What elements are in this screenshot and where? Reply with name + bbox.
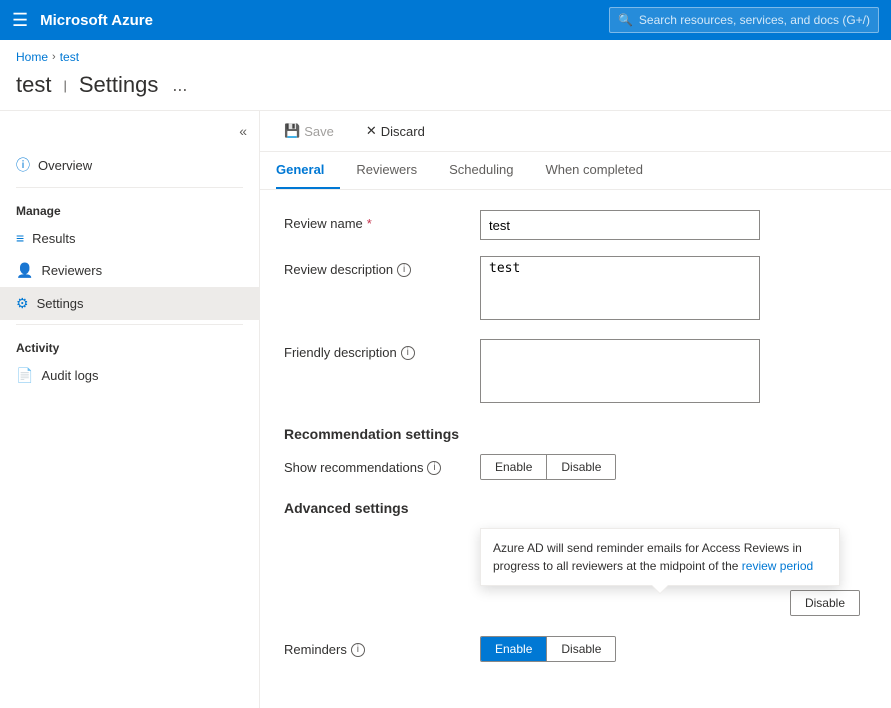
advanced-disable-btn[interactable]: Disable	[791, 591, 859, 615]
show-recommendations-toggle: Enable Disable	[480, 454, 616, 480]
sidebar-audit-logs-label: Audit logs	[41, 368, 98, 383]
show-recommendations-row: Show recommendations i Enable Disable	[284, 454, 867, 480]
breadcrumb-separator: ›	[52, 51, 56, 63]
review-description-info-icon[interactable]: i	[397, 263, 411, 277]
friendly-description-info-icon[interactable]: i	[401, 346, 415, 360]
review-name-input-container	[480, 210, 760, 240]
tooltip-arrow	[652, 585, 668, 593]
advanced-disable-toggle: Disable	[790, 590, 860, 616]
page-options-dots[interactable]: ...	[172, 75, 187, 96]
breadcrumb-current[interactable]: test	[60, 50, 79, 64]
app-title: Microsoft Azure	[40, 12, 153, 29]
tab-reviewers[interactable]: Reviewers	[356, 152, 433, 189]
page-title-section: Settings	[79, 72, 159, 98]
global-search-box[interactable]: 🔍 Search resources, services, and docs (…	[609, 7, 879, 33]
search-icon: 🔍	[618, 13, 633, 27]
review-description-textarea-container: test	[480, 256, 760, 323]
required-indicator: *	[367, 216, 372, 231]
reminders-label: Reminders i	[284, 636, 464, 657]
reminders-tooltip: Azure AD will send reminder emails for A…	[480, 528, 840, 586]
results-icon: ≡	[16, 230, 24, 246]
sidebar-settings-label: Settings	[37, 296, 84, 311]
sidebar-item-reviewers[interactable]: 👤 Reviewers	[0, 254, 259, 287]
sidebar-divider-activity	[16, 324, 243, 325]
sidebar-item-audit-logs[interactable]: 📄 Audit logs	[0, 359, 259, 392]
discard-button[interactable]: ✕ Discard	[358, 119, 433, 143]
breadcrumb: Home › test	[0, 40, 891, 68]
sidebar-item-results[interactable]: ≡ Results	[0, 222, 259, 254]
main-container: Home › test test | Settings ... « ⓘ Over…	[0, 40, 891, 708]
page-title-separator: |	[63, 78, 66, 93]
sidebar-manage-section: Manage	[0, 192, 259, 222]
advanced-settings-header: Advanced settings	[284, 500, 867, 516]
sidebar-collapse-area: «	[0, 119, 259, 147]
tab-when-completed[interactable]: When completed	[545, 152, 659, 189]
reminders-row: Reminders i Enable Disable	[284, 636, 867, 662]
sidebar-item-overview[interactable]: ⓘ Overview	[0, 147, 259, 183]
sidebar-item-settings[interactable]: ⚙ Settings	[0, 287, 259, 320]
review-period-link[interactable]: review period	[742, 559, 813, 573]
recommendation-settings-header: Recommendation settings	[284, 426, 867, 442]
form-content: Review name * Review description i test	[260, 190, 891, 698]
audit-logs-icon: 📄	[16, 367, 33, 384]
tabs-container: General Reviewers Scheduling When comple…	[260, 152, 891, 190]
show-recommendations-info-icon[interactable]: i	[427, 461, 441, 475]
review-description-textarea[interactable]: test	[480, 256, 760, 320]
reminders-toggle: Enable Disable	[480, 636, 616, 662]
save-icon: 💾	[284, 123, 300, 139]
review-name-label: Review name *	[284, 210, 464, 231]
show-recommendations-disable-btn[interactable]: Disable	[547, 455, 615, 479]
tab-general[interactable]: General	[276, 152, 340, 189]
top-navigation-bar: ☰ Microsoft Azure 🔍 Search resources, se…	[0, 0, 891, 40]
breadcrumb-home[interactable]: Home	[16, 50, 48, 64]
review-description-label: Review description i	[284, 256, 464, 277]
collapse-icon[interactable]: «	[239, 123, 247, 139]
friendly-description-label: Friendly description i	[284, 339, 464, 360]
friendly-description-row: Friendly description i	[284, 339, 867, 406]
reminders-info-icon[interactable]: i	[351, 643, 365, 657]
page-header: test | Settings ...	[0, 68, 891, 110]
reviewers-icon: 👤	[16, 262, 33, 279]
sidebar-activity-section: Activity	[0, 329, 259, 359]
content-area: « ⓘ Overview Manage ≡ Results 👤 Reviewer…	[0, 110, 891, 708]
review-name-input[interactable]	[480, 210, 760, 240]
reminders-enable-btn[interactable]: Enable	[481, 637, 547, 661]
sidebar: « ⓘ Overview Manage ≡ Results 👤 Reviewer…	[0, 111, 260, 708]
main-panel: 💾 Save ✕ Discard General Reviewers Sched…	[260, 111, 891, 708]
sidebar-results-label: Results	[32, 231, 75, 246]
hamburger-menu-icon[interactable]: ☰	[12, 10, 28, 31]
page-title-resource: test	[16, 72, 51, 98]
show-recommendations-enable-btn[interactable]: Enable	[481, 455, 547, 479]
tab-scheduling[interactable]: Scheduling	[449, 152, 529, 189]
review-description-row: Review description i test	[284, 256, 867, 323]
save-label: Save	[304, 124, 334, 139]
discard-label: Discard	[381, 124, 425, 139]
sidebar-overview-label: Overview	[38, 158, 92, 173]
settings-gear-icon: ⚙	[16, 295, 29, 312]
discard-icon: ✕	[366, 123, 377, 139]
info-circle-icon: ⓘ	[16, 155, 30, 175]
sidebar-divider-manage	[16, 187, 243, 188]
search-placeholder: Search resources, services, and docs (G+…	[639, 13, 870, 27]
toolbar: 💾 Save ✕ Discard	[260, 111, 891, 152]
friendly-description-textarea-container	[480, 339, 760, 406]
save-button[interactable]: 💾 Save	[276, 119, 342, 143]
review-name-row: Review name *	[284, 210, 867, 240]
sidebar-reviewers-label: Reviewers	[41, 263, 102, 278]
friendly-description-textarea[interactable]	[480, 339, 760, 403]
reminders-disable-btn[interactable]: Disable	[547, 637, 615, 661]
show-recommendations-label: Show recommendations i	[284, 454, 464, 475]
